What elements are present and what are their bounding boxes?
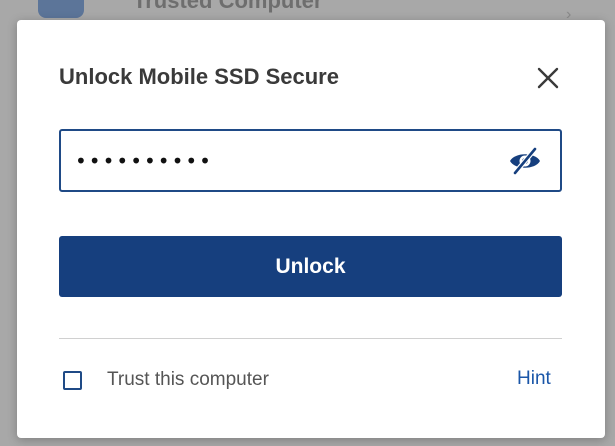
- eye-slash-icon: [510, 146, 540, 176]
- unlock-button[interactable]: Unlock: [59, 236, 562, 297]
- hint-link[interactable]: Hint: [517, 368, 551, 390]
- divider: [59, 338, 562, 339]
- trust-computer-checkbox[interactable]: [63, 370, 82, 390]
- toggle-visibility-button[interactable]: [507, 145, 543, 177]
- background-item-label: Trusted Computer: [133, 0, 323, 13]
- trust-computer-option[interactable]: Trust this computer: [63, 368, 269, 392]
- unlock-dialog: Unlock Mobile SSD Secure Unlock Trust th…: [17, 20, 605, 438]
- close-button[interactable]: [533, 63, 563, 93]
- password-input[interactable]: [75, 141, 495, 181]
- trust-computer-label: Trust this computer: [107, 369, 269, 390]
- background-app-icon: [38, 0, 84, 18]
- password-field: [59, 129, 562, 192]
- close-icon: [537, 67, 559, 89]
- dialog-title: Unlock Mobile SSD Secure: [59, 64, 339, 89]
